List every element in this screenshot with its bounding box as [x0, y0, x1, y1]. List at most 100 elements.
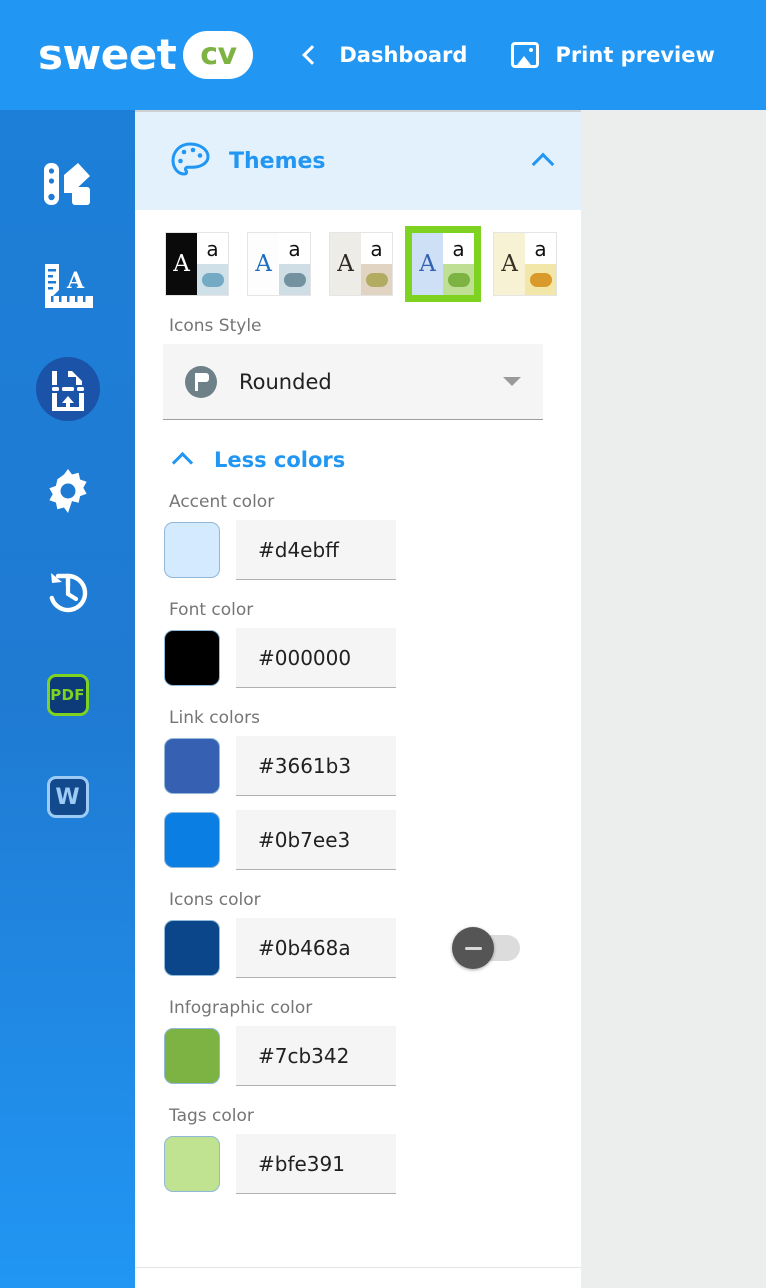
theme-letter-a: A [501, 250, 518, 277]
infographic-color-input[interactable] [236, 1026, 396, 1086]
accent-color-chip[interactable] [164, 522, 220, 578]
link-color-chip-1[interactable] [164, 738, 220, 794]
theme-swatch-2[interactable]: A a [247, 232, 311, 296]
less-colors-label: Less colors [214, 448, 346, 472]
ruler-letter-icon: A [44, 264, 93, 308]
themes-panel-body: A a A a A a A a A a Icons Style Rounded … [135, 210, 581, 1194]
panel-bottom-divider [135, 1267, 581, 1268]
icons-color-chip[interactable] [164, 920, 220, 976]
theme-swatch-top: a [361, 233, 392, 264]
icons-color-label: Icons color [169, 890, 261, 910]
caret-down-icon[interactable] [503, 377, 521, 386]
font-color-input[interactable] [236, 628, 396, 688]
word-badge-icon: W [46, 776, 89, 818]
image-icon [511, 42, 540, 68]
theme-swatch-top: a [279, 233, 310, 264]
theme-swatch-1[interactable]: A a [165, 232, 229, 296]
left-sidebar: A PDF W [0, 110, 135, 1288]
history-clock-icon [49, 573, 87, 613]
theme-swatch-left: A [166, 233, 197, 295]
print-preview-label: Print preview [555, 43, 715, 67]
icons-color-toggle[interactable] [452, 927, 520, 969]
theme-swatch-top: a [443, 233, 474, 264]
top-bar: sweet cv Dashboard Print preview [0, 0, 766, 110]
theme-letter-a: A [173, 250, 190, 277]
theme-swatch-5[interactable]: A a [493, 232, 557, 296]
sidebar-item-page-break[interactable] [33, 354, 103, 424]
theme-letter-a-small: a [534, 236, 547, 261]
app-logo[interactable]: sweet cv [38, 30, 254, 79]
chevron-left-icon [302, 45, 323, 65]
color-swatch-icon [43, 163, 90, 205]
infographic-color-label: Infographic color [169, 998, 313, 1018]
font-color-chip[interactable] [164, 630, 220, 686]
icons-color-row [163, 918, 557, 978]
theme-accent-pill [529, 272, 552, 287]
dashboard-label: Dashboard [339, 43, 468, 67]
accent-color-input[interactable] [236, 520, 396, 580]
theme-letter-a-small: a [288, 236, 301, 261]
accent-color-row [163, 520, 557, 580]
theme-swatch-right: a [443, 233, 474, 295]
flag-circle-icon [185, 365, 217, 398]
tags-color-label: Tags color [169, 1106, 254, 1126]
link-colors-label: Link colors [169, 708, 260, 728]
theme-swatch-right: a [197, 233, 228, 295]
gear-icon [48, 469, 87, 513]
themes-panel: Themes A a A a A a A a A a Icons Style R… [135, 110, 581, 1288]
palette-icon [171, 142, 210, 176]
theme-accent-pill [201, 272, 224, 287]
sidebar-item-settings[interactable] [33, 456, 103, 526]
icons-color-input[interactable] [236, 918, 396, 978]
link-color-input-2[interactable] [236, 810, 396, 870]
theme-letter-a-small: a [370, 236, 383, 261]
color-settings-list: Accent color Font color Link colors [163, 492, 557, 1194]
infographic-color-row [163, 1026, 557, 1086]
font-color-label: Font color [169, 600, 254, 620]
sidebar-item-export-word[interactable]: W [33, 762, 103, 832]
tags-color-input[interactable] [236, 1134, 396, 1194]
theme-swatch-list: A a A a A a A a A a [165, 226, 557, 302]
theme-swatch-left: A [330, 233, 361, 295]
theme-swatch-right: a [361, 233, 392, 295]
icons-style-label: Icons Style [169, 316, 262, 336]
link-color-chip-2[interactable] [164, 812, 220, 868]
less-colors-toggle[interactable]: Less colors [171, 448, 557, 474]
theme-letter-a: A [337, 250, 354, 277]
logo-text: sweet [38, 30, 177, 79]
theme-accent-pill [447, 272, 470, 287]
theme-swatch-bottom [443, 264, 474, 295]
theme-swatch-bottom [361, 264, 392, 295]
theme-letter-a: A [255, 250, 272, 277]
link-color-input-1[interactable] [236, 736, 396, 796]
theme-letter-a-small: a [452, 236, 465, 261]
svg-text:A: A [66, 268, 85, 294]
tags-color-chip[interactable] [164, 1136, 220, 1192]
theme-swatch-right: a [279, 233, 310, 295]
theme-swatch-left: A [412, 233, 443, 295]
link-color-row-2 [163, 810, 557, 870]
theme-swatch-3[interactable]: A a [329, 232, 393, 296]
sidebar-item-export-pdf[interactable]: PDF [33, 660, 103, 730]
infographic-color-chip[interactable] [164, 1028, 220, 1084]
themes-section-header[interactable]: Themes [135, 112, 581, 210]
app-root: sweet cv Dashboard Print preview A PDF W… [0, 0, 766, 1288]
pdf-badge-icon: PDF [46, 674, 89, 716]
link-color-row-1 [163, 736, 557, 796]
sidebar-item-palette-swatches[interactable] [33, 150, 103, 220]
theme-swatch-4[interactable]: A a [405, 226, 481, 302]
chevron-up-icon[interactable] [531, 152, 555, 176]
theme-swatch-bottom [525, 264, 556, 295]
icons-style-select[interactable]: Rounded [163, 344, 543, 420]
logo-badge-text: cv [200, 37, 237, 72]
themes-section-title: Themes [229, 148, 326, 174]
dashboard-link[interactable]: Dashboard [302, 43, 468, 67]
theme-swatch-left: A [494, 233, 525, 295]
toggle-thumb-minus-icon [452, 927, 494, 969]
chevron-up-icon [171, 451, 194, 474]
print-preview-link[interactable]: Print preview [511, 42, 715, 68]
theme-swatch-bottom [279, 264, 310, 295]
sidebar-item-typography[interactable]: A [33, 252, 103, 322]
sidebar-item-history[interactable] [33, 558, 103, 628]
theme-accent-pill [283, 272, 306, 287]
